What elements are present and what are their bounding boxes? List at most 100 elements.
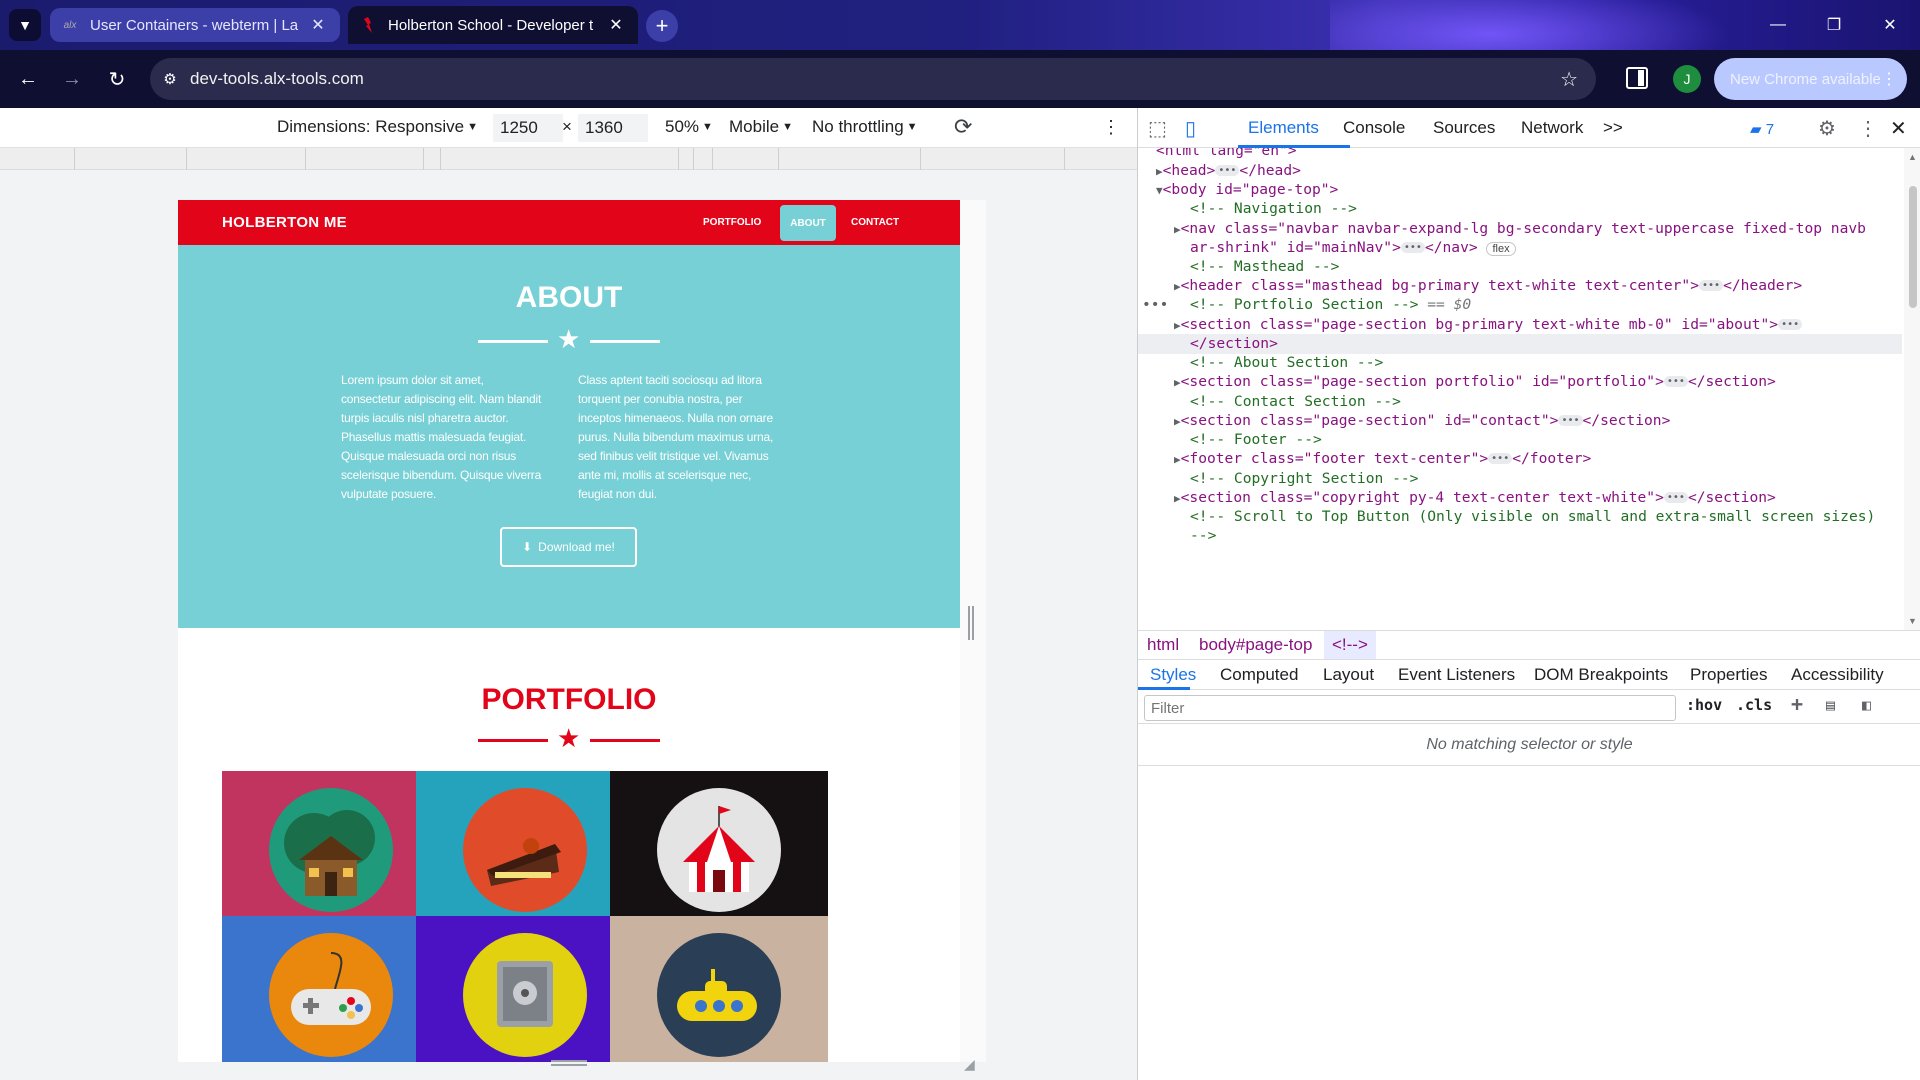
- ellipsis-icon[interactable]: •••: [1558, 415, 1583, 426]
- scroll-up-icon[interactable]: ▲: [1908, 152, 1917, 162]
- ellipsis-icon[interactable]: •••: [1488, 453, 1513, 464]
- paint-roller-icon[interactable]: ▤: [1826, 696, 1835, 714]
- breadcrumb-body[interactable]: body#page-top: [1199, 635, 1312, 655]
- dom-comment-cont[interactable]: -->: [1190, 527, 1216, 544]
- browser-tab-active[interactable]: Holberton School - Developer t ✕: [348, 6, 638, 44]
- bookmark-star-icon[interactable]: ☆: [1560, 67, 1578, 92]
- dom-node[interactable]: ▶<head> ••• </head>: [1156, 162, 1301, 179]
- flex-badge[interactable]: flex: [1486, 242, 1516, 256]
- tab-styles[interactable]: Styles: [1150, 665, 1196, 685]
- dom-node[interactable]: ▶<section class="page-section portfolio"…: [1174, 373, 1776, 390]
- dom-comment[interactable]: <!-- Contact Section -->: [1190, 393, 1401, 410]
- throttling-dropdown[interactable]: No throttling ▼: [812, 117, 918, 137]
- avatar[interactable]: J: [1673, 65, 1701, 93]
- expand-triangle-icon[interactable]: ▶: [1156, 165, 1163, 178]
- breadcrumb-html[interactable]: html: [1147, 635, 1179, 655]
- more-vert-icon[interactable]: ⋮: [1102, 117, 1120, 138]
- forward-arrow-icon[interactable]: →: [57, 64, 87, 94]
- hov-toggle[interactable]: :hov: [1686, 696, 1722, 714]
- new-tab-button[interactable]: +: [646, 10, 678, 42]
- dom-node-cont[interactable]: ar-shrink" id="mainNav"> ••• </nav> flex: [1190, 239, 1516, 256]
- dom-node[interactable]: ▶<footer class="footer text-center"> ••• <…: [1174, 450, 1591, 467]
- tab-elements[interactable]: Elements: [1248, 118, 1319, 138]
- minimize-button[interactable]: —: [1750, 8, 1806, 42]
- side-panel-icon[interactable]: [1626, 67, 1648, 89]
- close-icon[interactable]: ✕: [308, 15, 328, 35]
- row-ellipsis-icon[interactable]: •••: [1142, 296, 1168, 313]
- page-brand[interactable]: HOLBERTON ME: [222, 214, 347, 231]
- dom-node[interactable]: ▶<section class="copyright py-4 text-cen…: [1174, 489, 1776, 506]
- tab-computed[interactable]: Computed: [1220, 665, 1298, 685]
- dom-comment[interactable]: <!-- Copyright Section -->: [1190, 470, 1418, 487]
- dom-comment[interactable]: <!-- Masthead -->: [1190, 258, 1339, 275]
- resize-handle-bottom[interactable]: [551, 1060, 587, 1066]
- more-vert-icon[interactable]: ⋮: [1858, 116, 1878, 141]
- site-settings-icon[interactable]: ⚙: [150, 70, 190, 88]
- resize-corner-icon[interactable]: ◢: [964, 1056, 980, 1072]
- dom-node[interactable]: ▶<section class="page-section bg-primary…: [1174, 316, 1803, 333]
- nav-link-about[interactable]: ABOUT: [780, 205, 836, 241]
- dom-node[interactable]: ▶<header class="masthead bg-primary text…: [1174, 277, 1802, 294]
- address-bar[interactable]: ⚙ dev-tools.alx-tools.com ☆: [150, 58, 1596, 100]
- close-icon[interactable]: ✕: [1890, 116, 1907, 141]
- device-toolbar-icon[interactable]: ▯: [1185, 116, 1196, 141]
- gear-icon[interactable]: ⚙: [1818, 116, 1836, 141]
- portfolio-item[interactable]: [416, 916, 634, 1062]
- window-close-button[interactable]: ✕: [1862, 8, 1918, 42]
- dom-comment-selected[interactable]: <!-- Portfolio Section --> == $0: [1190, 296, 1471, 313]
- inspect-element-icon[interactable]: ⬚: [1148, 116, 1167, 141]
- nav-link-portfolio[interactable]: PORTFOLIO: [703, 217, 761, 228]
- expand-triangle-icon[interactable]: ▶: [1174, 453, 1181, 466]
- portfolio-item[interactable]: [416, 771, 634, 928]
- expand-triangle-icon[interactable]: ▶: [1174, 376, 1181, 389]
- close-icon[interactable]: ✕: [606, 15, 626, 35]
- tab-event-listeners[interactable]: Event Listeners: [1398, 665, 1515, 685]
- more-tabs-icon[interactable]: >>: [1603, 118, 1623, 138]
- tab-accessibility[interactable]: Accessibility: [1791, 665, 1884, 685]
- media-query-bar[interactable]: [0, 148, 1137, 170]
- portfolio-item[interactable]: [610, 771, 828, 928]
- ellipsis-icon[interactable]: •••: [1699, 280, 1724, 291]
- dimensions-dropdown[interactable]: Dimensions: Responsive ▼: [277, 117, 478, 137]
- restore-button[interactable]: ❐: [1806, 8, 1862, 42]
- ellipsis-icon[interactable]: •••: [1663, 376, 1688, 387]
- update-chrome-button[interactable]: New Chrome available ⋮: [1714, 58, 1907, 100]
- tab-properties[interactable]: Properties: [1690, 665, 1767, 685]
- rotate-icon[interactable]: ⟳: [954, 114, 972, 140]
- breadcrumb-comment[interactable]: <!-->: [1324, 631, 1376, 659]
- scroll-down-icon[interactable]: ▼: [1908, 616, 1917, 626]
- expand-triangle-icon[interactable]: ▶: [1174, 319, 1181, 332]
- scrollbar-thumb[interactable]: [1909, 186, 1917, 308]
- sidebar-toggle-icon[interactable]: ◧: [1862, 696, 1871, 714]
- portfolio-item[interactable]: [222, 771, 440, 928]
- dom-node[interactable]: <html lang="en">: [1156, 148, 1297, 159]
- ellipsis-icon[interactable]: •••: [1778, 319, 1803, 330]
- plus-icon[interactable]: +: [1791, 692, 1803, 716]
- tab-search-button[interactable]: ▼: [9, 9, 41, 41]
- dom-node[interactable]: ▶<nav class="navbar navbar-expand-lg bg-…: [1174, 220, 1866, 237]
- styles-filter-input[interactable]: [1144, 695, 1676, 721]
- tab-sources[interactable]: Sources: [1433, 118, 1495, 138]
- expand-triangle-icon[interactable]: ▶: [1174, 223, 1181, 236]
- viewport-height-input[interactable]: [578, 114, 648, 142]
- tab-console[interactable]: Console: [1343, 118, 1405, 138]
- expand-triangle-icon[interactable]: ▶: [1174, 415, 1181, 428]
- nav-link-contact[interactable]: CONTACT: [851, 217, 899, 228]
- back-arrow-icon[interactable]: ←: [13, 64, 43, 94]
- tab-layout[interactable]: Layout: [1323, 665, 1374, 685]
- collapse-triangle-icon[interactable]: ▼: [1156, 184, 1163, 197]
- dom-comment[interactable]: <!-- Footer -->: [1190, 431, 1322, 448]
- dom-comment[interactable]: <!-- Scroll to Top Button (Only visible …: [1190, 508, 1875, 525]
- expand-triangle-icon[interactable]: ▶: [1174, 280, 1181, 293]
- dom-comment[interactable]: <!-- Navigation -->: [1190, 200, 1357, 217]
- cls-toggle[interactable]: .cls: [1736, 696, 1772, 714]
- ellipsis-icon[interactable]: •••: [1663, 492, 1688, 503]
- viewport-width-input[interactable]: [493, 114, 563, 142]
- zoom-dropdown[interactable]: 50% ▼: [665, 117, 713, 137]
- device-type-dropdown[interactable]: Mobile ▼: [729, 117, 793, 137]
- tab-network[interactable]: Network: [1521, 118, 1583, 138]
- portfolio-item[interactable]: [222, 916, 440, 1062]
- ellipsis-icon[interactable]: •••: [1400, 242, 1425, 253]
- tab-dom-breakpoints[interactable]: DOM Breakpoints: [1534, 665, 1668, 685]
- expand-triangle-icon[interactable]: ▶: [1174, 492, 1181, 505]
